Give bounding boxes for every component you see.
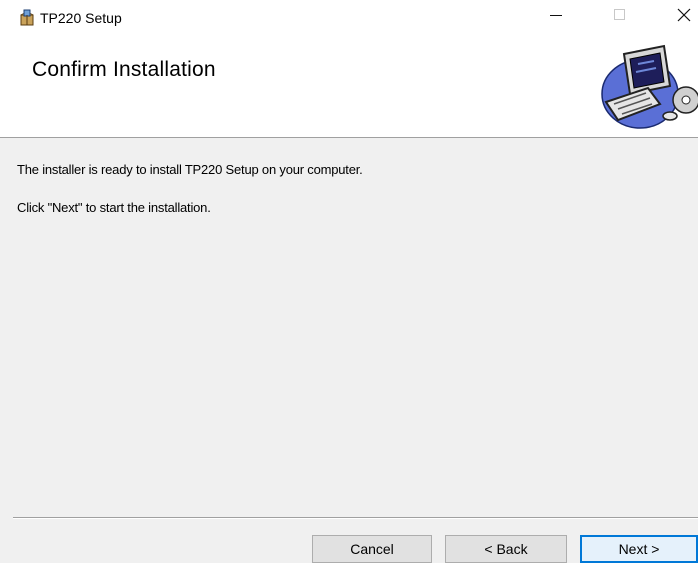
title-bar[interactable]: TP220 Setup xyxy=(0,0,698,34)
header-banner: Confirm Installation xyxy=(0,34,698,138)
close-icon xyxy=(677,8,691,27)
maximize-icon xyxy=(614,8,626,26)
computer-illustration-icon xyxy=(594,42,698,130)
window-title: TP220 Setup xyxy=(40,10,122,26)
page-title: Confirm Installation xyxy=(32,58,216,81)
minimize-icon xyxy=(550,8,562,26)
maximize-button[interactable] xyxy=(597,0,643,34)
cancel-button[interactable]: Cancel xyxy=(312,535,432,563)
instruction-message: Click "Next" to start the installation. xyxy=(17,200,211,215)
ready-message: The installer is ready to install TP220 … xyxy=(17,162,363,177)
footer-divider xyxy=(13,517,698,519)
installer-box-icon xyxy=(18,9,36,27)
next-button[interactable]: Next > xyxy=(580,535,698,563)
close-button[interactable] xyxy=(661,0,698,34)
minimize-button[interactable] xyxy=(533,0,579,34)
back-button[interactable]: < Back xyxy=(445,535,567,563)
